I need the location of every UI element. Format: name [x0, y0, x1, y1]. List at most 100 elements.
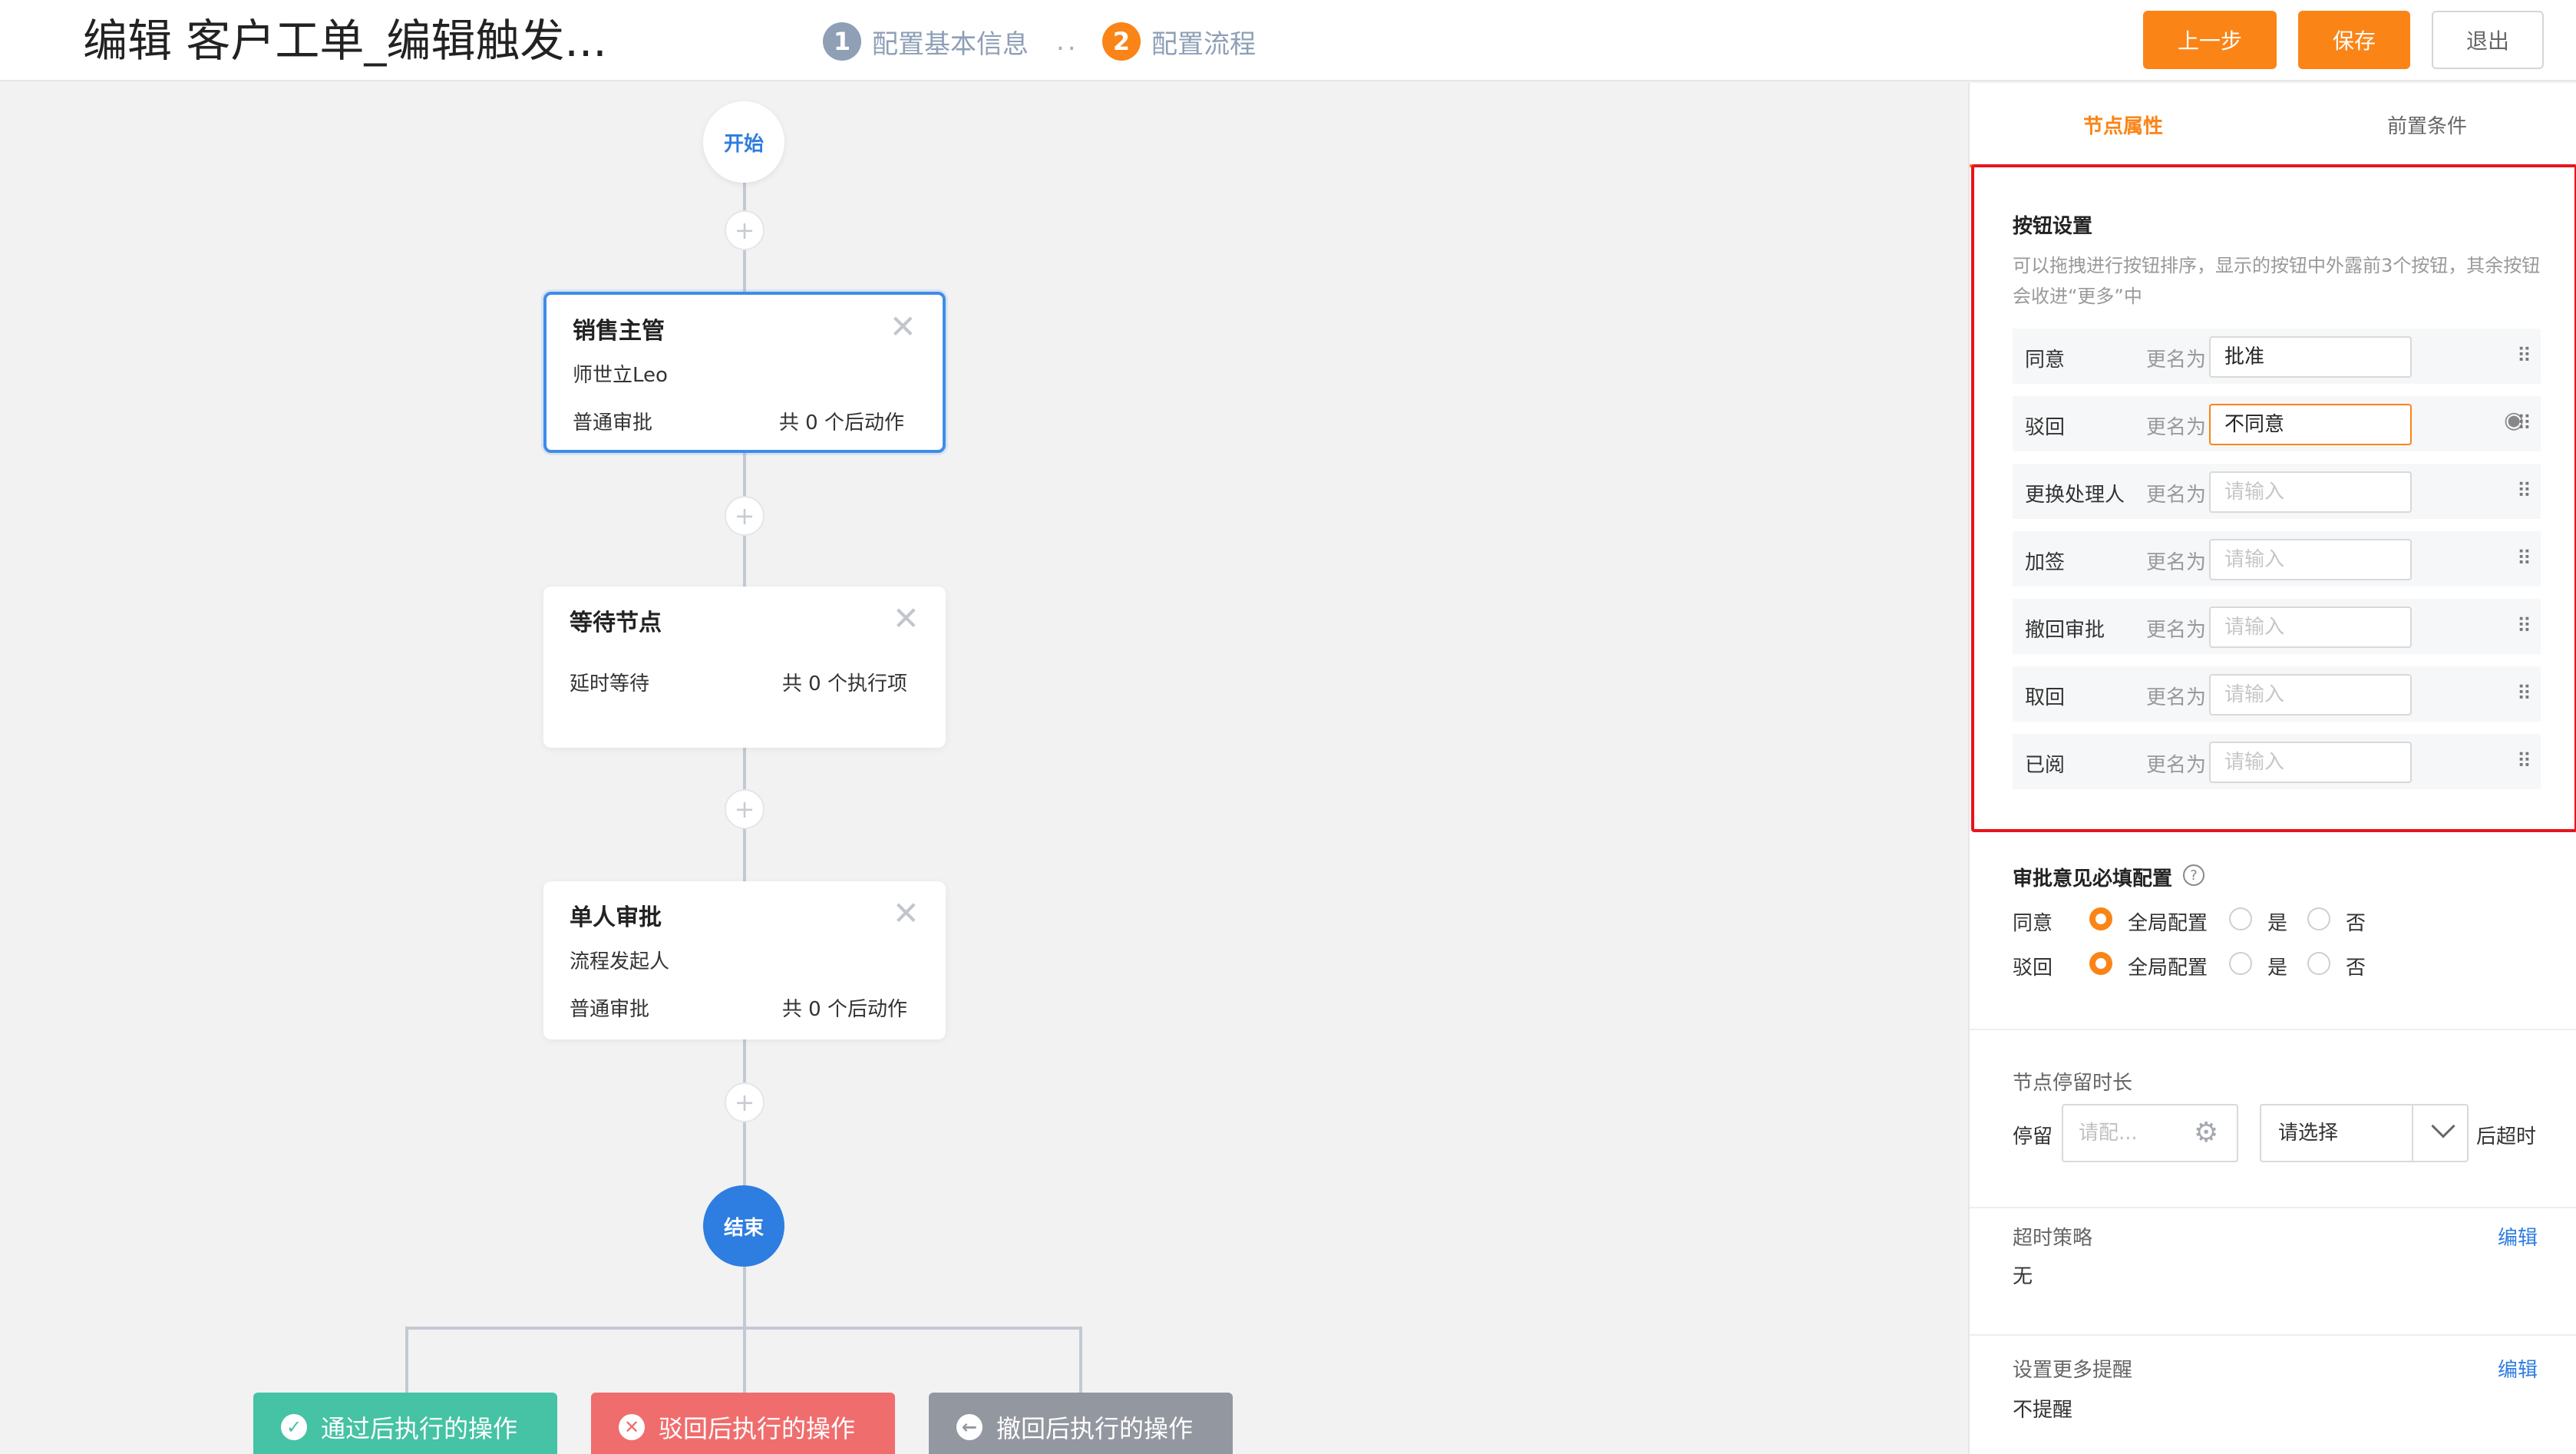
flow-canvas[interactable]: 开始 + 销售主管 ✕ 师世立Leo 普通审批 共 0 个后动作 + 等待节点 … [0, 83, 1968, 1454]
close-icon[interactable]: ✕ [893, 600, 920, 637]
rename-input[interactable]: 请输入 [2209, 539, 2412, 580]
save-button[interactable]: 保存 [2298, 11, 2410, 69]
radio-global[interactable] [2089, 907, 2112, 930]
radio-no[interactable] [2307, 952, 2330, 975]
reminder-value: 不提醒 [2013, 1399, 2073, 1422]
tab-preconditions[interactable]: 前置条件 [2387, 111, 2467, 139]
close-icon[interactable]: ✕ [890, 309, 916, 345]
drag-handle-icon[interactable]: ⠿ [2517, 542, 2531, 576]
help-icon[interactable]: ? [2183, 864, 2204, 886]
node-title: 销售主管 [573, 318, 665, 345]
stay-unit-select[interactable]: 请选择 [2260, 1104, 2469, 1162]
radio-label: 是 [2267, 957, 2288, 980]
step-basic-info[interactable]: 1 配置基本信息 [823, 21, 1029, 61]
close-icon[interactable]: ✕ [893, 895, 920, 932]
step-number-2: 2 [1102, 22, 1141, 61]
reminder-title: 设置更多提醒 [2013, 1359, 2133, 1382]
opinion-config-title: 审批意见必填配置 [2013, 867, 2173, 891]
radio-label: 全局配置 [2128, 957, 2208, 980]
button-row-read[interactable]: 已阅 更名为 请输入 ⠿ [2013, 734, 2541, 789]
exit-button[interactable]: 退出 [2432, 11, 2544, 69]
rename-input[interactable]: 批准 [2209, 336, 2412, 378]
revoke-action-button[interactable]: ← 撤回后执行的操作 [929, 1393, 1233, 1454]
rename-input[interactable]: 请输入 [2209, 471, 2412, 513]
stay-duration-input[interactable]: 请配... ⚙ [2062, 1104, 2238, 1162]
stay-suffix: 后超时 [2476, 1125, 2537, 1148]
drag-handle-icon[interactable]: ⠿ [2517, 610, 2531, 643]
reminder-edit-link[interactable]: 编辑 [2498, 1354, 2538, 1383]
timeout-edit-link[interactable]: 编辑 [2498, 1222, 2538, 1251]
rename-input[interactable]: 请输入 [2209, 606, 2412, 648]
drag-handle-icon[interactable]: ⠿ [2517, 677, 2531, 711]
reject-action-label: 驳回后执行的操作 [659, 1414, 856, 1443]
page-title: 编辑 客户工单_编辑触发... [83, 15, 607, 67]
rename-label: 更名为 [2146, 754, 2207, 777]
pass-action-button[interactable]: ✓ 通过后执行的操作 [253, 1393, 557, 1454]
drag-handle-icon[interactable]: ⠿ [2517, 339, 2531, 373]
drag-handle-icon[interactable]: ⠿ [2517, 474, 2531, 508]
flow-node-wait[interactable]: 等待节点 ✕ 延时等待 共 0 个执行项 [543, 587, 946, 748]
rename-label: 更名为 [2146, 619, 2207, 642]
node-action-count: 共 0 个后动作 [781, 998, 907, 1021]
timeout-strategy-value: 无 [2013, 1265, 2033, 1288]
rename-input[interactable]: 请输入 [2209, 674, 2412, 715]
add-node-button[interactable]: + [725, 210, 765, 250]
radio-global[interactable] [2089, 952, 2112, 975]
reject-action-button[interactable]: ✕ 驳回后执行的操作 [591, 1393, 895, 1454]
stay-prefix: 停留 [2013, 1125, 2053, 1148]
stay-input-placeholder: 请配... [2079, 1122, 2138, 1145]
stay-select-value: 请选择 [2278, 1122, 2339, 1145]
rename-label: 更名为 [2146, 349, 2207, 372]
button-name: 更换处理人 [2025, 484, 2125, 507]
add-node-button[interactable]: + [725, 789, 765, 829]
step-label-2: 配置流程 [1151, 28, 1256, 60]
drag-handle-icon[interactable]: ⠿ [2517, 407, 2531, 441]
section-divider [1970, 1029, 2576, 1030]
radio-label: 全局配置 [2128, 912, 2208, 935]
rename-label: 更名为 [2146, 686, 2207, 709]
button-name: 已阅 [2025, 754, 2066, 777]
tab-node-properties[interactable]: 节点属性 [2083, 111, 2163, 139]
node-exec-count: 共 0 个执行项 [781, 672, 907, 696]
button-row-change-handler[interactable]: 更换处理人 更名为 请输入 ⠿ [2013, 464, 2541, 519]
button-row-add-sign[interactable]: 加签 更名为 请输入 ⠿ [2013, 531, 2541, 587]
node-assignee: 流程发起人 [570, 950, 670, 973]
gear-icon[interactable]: ⚙ [2194, 1119, 2218, 1147]
timeout-strategy-title: 超时策略 [2013, 1227, 2093, 1250]
button-row-withdraw[interactable]: 撤回审批 更名为 请输入 ⠿ [2013, 599, 2541, 654]
button-settings-title: 按钮设置 [2013, 215, 2093, 238]
radio-no[interactable] [2307, 907, 2330, 930]
radio-yes[interactable] [2229, 907, 2252, 930]
add-node-button[interactable]: + [725, 1082, 765, 1122]
rename-input[interactable]: 请输入 [2209, 742, 2412, 783]
step-number-1: 1 [823, 22, 861, 61]
button-name: 加签 [2025, 551, 2066, 574]
step-flow-config[interactable]: 2 配置流程 [1102, 21, 1256, 61]
top-header: 编辑 客户工单_编辑触发... 1 配置基本信息 .. 2 配置流程 上一步 保… [0, 0, 2576, 81]
button-name: 驳回 [2025, 416, 2066, 439]
stay-duration-title: 节点停留时长 [2013, 1072, 2133, 1095]
select-separator [2412, 1105, 2413, 1161]
end-node[interactable]: 结束 [703, 1185, 784, 1267]
section-divider [1970, 1207, 2576, 1208]
button-row-agree[interactable]: 同意 更名为 批准 ⠿ [2013, 329, 2541, 384]
node-type: 延时等待 [570, 672, 650, 696]
back-arrow-icon: ← [956, 1414, 983, 1440]
start-node[interactable]: 开始 [703, 101, 784, 183]
step-label-1: 配置基本信息 [872, 28, 1029, 60]
flow-node-single-approval[interactable]: 单人审批 ✕ 流程发起人 普通审批 共 0 个后动作 [543, 881, 946, 1039]
pass-action-label: 通过后执行的操作 [321, 1414, 518, 1443]
flow-node-sales-manager[interactable]: 销售主管 ✕ 师世立Leo 普通审批 共 0 个后动作 [543, 292, 946, 453]
prev-step-button[interactable]: 上一步 [2143, 11, 2277, 69]
button-row-retrieve[interactable]: 取回 更名为 请输入 ⠿ [2013, 666, 2541, 722]
add-node-button[interactable]: + [725, 496, 765, 536]
rename-input[interactable]: 不同意 [2209, 404, 2412, 445]
radio-label: 否 [2346, 912, 2366, 935]
revoke-action-label: 撤回后执行的操作 [996, 1414, 1194, 1443]
button-row-reject[interactable]: 驳回 更名为 不同意 ◉ ⠿ [2013, 396, 2541, 451]
close-circle-icon: ✕ [619, 1414, 645, 1440]
chevron-down-icon [2431, 1114, 2455, 1138]
drag-handle-icon[interactable]: ⠿ [2517, 745, 2531, 778]
step-separator: .. [1056, 26, 1079, 57]
radio-yes[interactable] [2229, 952, 2252, 975]
